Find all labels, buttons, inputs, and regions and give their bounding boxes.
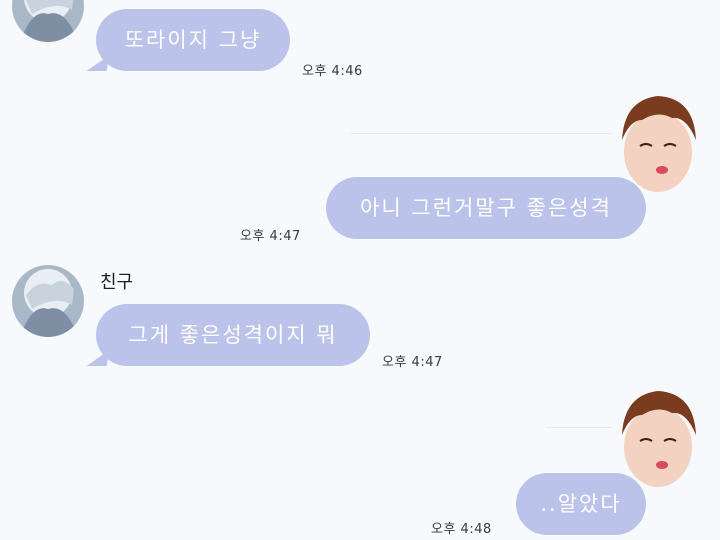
friend-avatar[interactable] — [12, 0, 84, 42]
divider — [546, 427, 612, 428]
message-bubble-me[interactable]: ..알았다 — [516, 473, 646, 535]
message-time: 오후 4:47 — [240, 229, 301, 244]
sender-name: 친구 — [100, 272, 134, 293]
message-time: 오후 4:48 — [431, 522, 492, 537]
message-bubble-friend[interactable]: 또라이지 그냥 — [96, 9, 290, 71]
message-time: 오후 4:46 — [302, 64, 363, 79]
friend-avatar[interactable] — [12, 265, 84, 337]
message-bubble-me[interactable]: 아니 그런거말구 좋은성격 — [326, 177, 646, 239]
message-time: 오후 4:47 — [382, 355, 443, 370]
divider — [350, 133, 612, 134]
message-bubble-friend[interactable]: 그게 좋은성격이지 뭐 — [96, 304, 370, 366]
